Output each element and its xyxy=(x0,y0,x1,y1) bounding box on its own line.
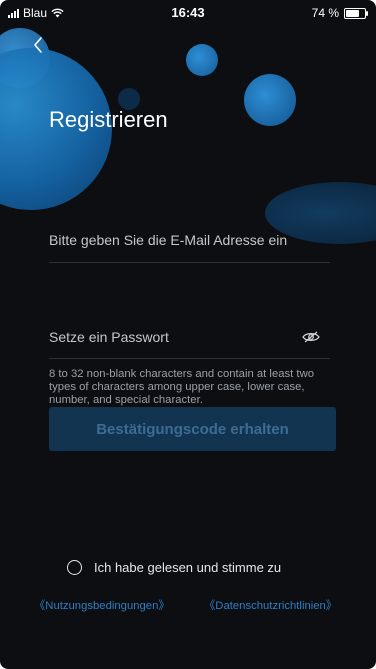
decorative-bubble xyxy=(186,44,218,76)
password-input[interactable] xyxy=(49,329,289,345)
agreement-text: Ich habe gelesen und stimme zu xyxy=(94,560,282,575)
chevron-left-icon xyxy=(34,37,42,53)
privacy-link[interactable]: 《Datenschutzrichtlinien》 xyxy=(204,597,337,613)
eye-off-icon[interactable] xyxy=(302,331,320,343)
get-verification-code-button[interactable]: Bestätigungscode erhalten xyxy=(49,407,336,451)
password-field xyxy=(49,329,330,359)
email-input[interactable] xyxy=(49,232,330,248)
status-bar: Blau 16:43 74 % xyxy=(0,0,376,24)
battery-icon xyxy=(344,7,368,19)
battery-percent: 74 % xyxy=(311,6,339,20)
battery-level xyxy=(346,9,360,17)
registration-screen: Blau 16:43 74 % Registrieren Bitte geben… xyxy=(0,0,376,669)
agreement-row[interactable]: Ich habe gelesen und stimme zu xyxy=(67,560,281,575)
status-right: 74 % xyxy=(311,6,368,20)
email-field xyxy=(49,232,330,263)
decorative-bubble xyxy=(244,74,296,126)
page-title: Registrieren xyxy=(49,107,168,132)
back-button[interactable] xyxy=(32,36,52,56)
password-hint: 8 to 32 non-blank characters and contain… xyxy=(49,368,315,406)
radio-circle-icon[interactable] xyxy=(67,560,82,575)
terms-link[interactable]: 《Nutzungsbedingungen》 xyxy=(34,597,170,613)
